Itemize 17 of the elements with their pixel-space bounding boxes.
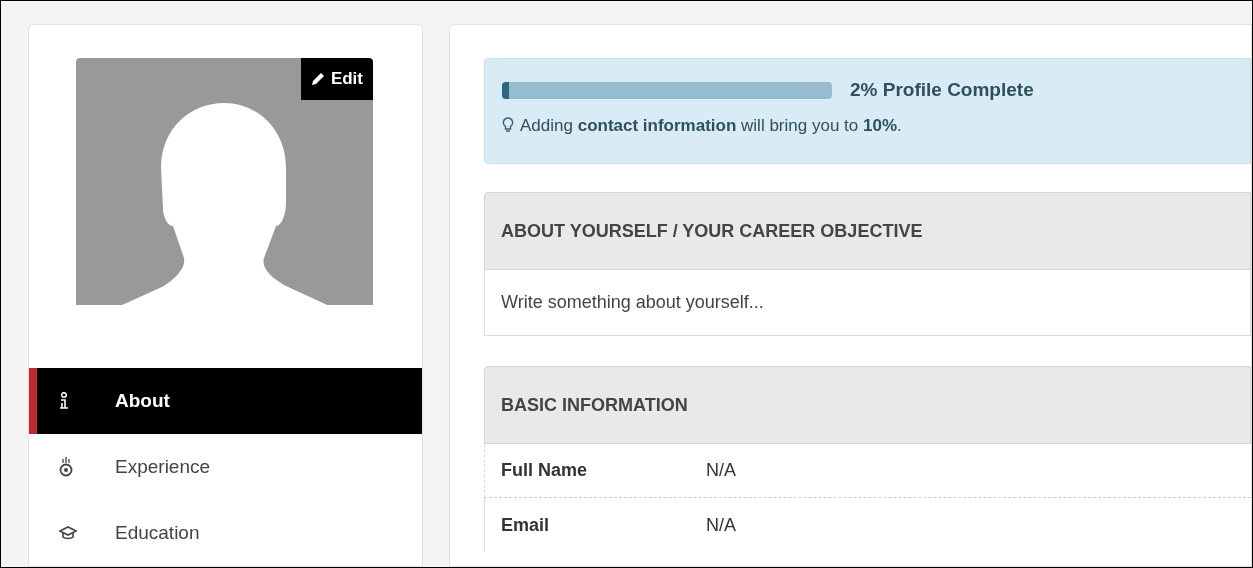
about-input-field[interactable]: Write something about yourself... bbox=[484, 270, 1251, 336]
field-value: N/A bbox=[706, 513, 736, 537]
field-label: Email bbox=[501, 513, 551, 537]
lightbulb-icon bbox=[502, 117, 514, 134]
field-label: Full Name bbox=[501, 459, 589, 482]
progress-label: 2% Profile Complete bbox=[850, 78, 1034, 102]
field-value: N/A bbox=[706, 459, 736, 482]
section-header: BASIC INFORMATION bbox=[484, 366, 1251, 444]
tip-text: Adding contact information will bring you to 10%. bbox=[520, 114, 902, 137]
nav-item[interactable]: About bbox=[29, 368, 422, 434]
info-icon bbox=[59, 392, 69, 410]
section-header: ABOUT YOURSELF / YOUR CAREER OBJECTIVE bbox=[484, 192, 1251, 270]
edit-button[interactable]: Edit bbox=[300, 58, 373, 100]
graduation-cap-icon bbox=[59, 526, 77, 540]
medal-icon bbox=[59, 457, 73, 477]
pencil-icon bbox=[310, 72, 325, 86]
avatar-silhouette-icon bbox=[76, 58, 373, 305]
